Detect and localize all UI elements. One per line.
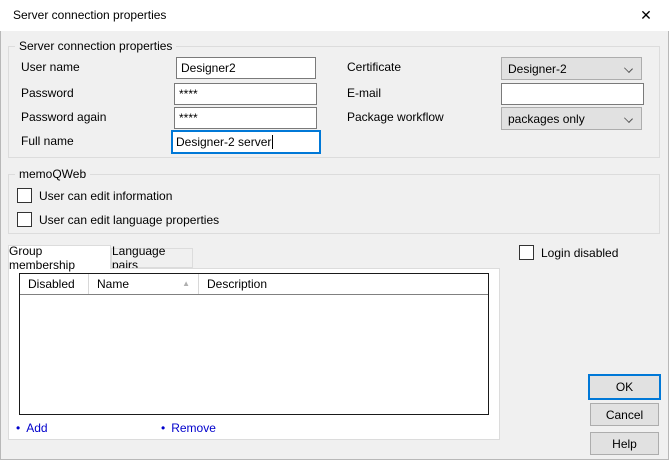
email-label: E-mail [347, 86, 381, 100]
text-cursor [272, 135, 273, 149]
column-header-name[interactable]: Name ▲ [89, 274, 199, 294]
remove-link[interactable]: • Remove [161, 421, 216, 435]
edit-information-checkbox-row: User can edit information [17, 188, 172, 203]
cancel-button[interactable]: Cancel [590, 403, 659, 426]
bullet-icon: • [16, 421, 20, 435]
column-header-description[interactable]: Description [199, 274, 488, 294]
full-name-field-wrapper [171, 130, 321, 154]
memoqweb-groupbox: memoQWeb User can edit information User … [8, 174, 660, 234]
user-name-label: User name [21, 60, 80, 74]
sort-ascending-icon: ▲ [182, 279, 190, 288]
remove-link-label: Remove [171, 421, 216, 435]
chevron-down-icon [624, 114, 633, 123]
user-name-input[interactable] [176, 57, 316, 79]
bullet-icon: • [161, 421, 165, 435]
ok-button[interactable]: OK [588, 374, 661, 400]
table-body-empty[interactable] [20, 295, 488, 414]
login-disabled-row: Login disabled [519, 245, 618, 260]
add-link-label: Add [26, 421, 47, 435]
edit-language-checkbox-row: User can edit language properties [17, 212, 219, 227]
certificate-label: Certificate [347, 60, 401, 74]
package-workflow-label: Package workflow [347, 110, 444, 124]
tab-group-membership[interactable]: Group membership [8, 245, 111, 269]
email-input[interactable] [501, 83, 644, 105]
login-disabled-checkbox[interactable] [519, 245, 534, 260]
edit-language-checkbox[interactable] [17, 212, 32, 227]
password-label: Password [21, 86, 74, 100]
add-link[interactable]: • Add [16, 421, 48, 435]
chevron-down-icon [624, 64, 633, 73]
edit-information-checkbox[interactable] [17, 188, 32, 203]
certificate-dropdown-value: Designer-2 [508, 62, 567, 76]
group-membership-tabpage: Disabled Name ▲ Description • Add • Remo… [8, 268, 500, 440]
server-connection-properties-dialog: Server connection properties ✕ Server co… [0, 0, 669, 460]
password-again-input[interactable] [174, 107, 317, 129]
server-connection-groupbox: Server connection properties User name P… [8, 46, 660, 158]
column-header-disabled[interactable]: Disabled [20, 274, 89, 294]
full-name-input[interactable] [171, 130, 321, 154]
tab-language-pairs[interactable]: Language pairs [111, 248, 193, 268]
table-header-row: Disabled Name ▲ Description [20, 274, 488, 295]
close-icon[interactable]: ✕ [623, 0, 669, 30]
full-name-label: Full name [21, 134, 74, 148]
tab-group-membership-label: Group membership [9, 244, 110, 272]
edit-information-label: User can edit information [39, 189, 172, 203]
group-membership-table: Disabled Name ▲ Description [19, 273, 489, 415]
help-button[interactable]: Help [590, 432, 659, 455]
login-disabled-label: Login disabled [541, 246, 618, 260]
package-workflow-dropdown-value: packages only [508, 112, 585, 126]
window-title: Server connection properties [13, 8, 166, 22]
title-bar: Server connection properties ✕ [0, 0, 669, 31]
memoqweb-legend: memoQWeb [15, 167, 90, 181]
edit-language-label: User can edit language properties [39, 213, 219, 227]
password-input[interactable] [174, 83, 317, 105]
password-again-label: Password again [21, 110, 106, 124]
certificate-dropdown[interactable]: Designer-2 [501, 57, 642, 80]
server-group-legend: Server connection properties [15, 39, 176, 53]
package-workflow-dropdown[interactable]: packages only [501, 107, 642, 130]
